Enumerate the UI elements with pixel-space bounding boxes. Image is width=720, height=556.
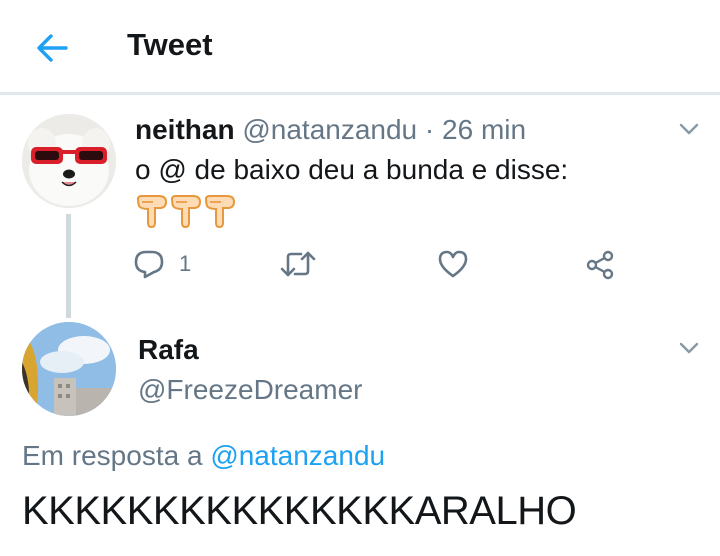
avatar-image	[22, 114, 116, 208]
reply-prefix: Em resposta a	[22, 440, 203, 471]
like-button[interactable]	[437, 249, 469, 279]
tweet-text: KKKKKKKKKKKKKKKARALHO	[22, 489, 577, 533]
timestamp[interactable]: 26 min	[442, 114, 526, 145]
header-divider	[0, 92, 720, 95]
reply-icon	[134, 250, 164, 279]
reply-context: Em resposta a @natanzandu	[22, 440, 385, 472]
arrow-left-icon	[37, 34, 68, 62]
avatar[interactable]	[22, 114, 116, 208]
app-header: Tweet	[0, 0, 720, 93]
thread-connector	[66, 214, 71, 318]
retweet-icon	[280, 251, 316, 277]
pointing-down-emoji-icon	[136, 195, 168, 229]
reply-count: 1	[179, 251, 192, 276]
back-button[interactable]	[30, 26, 74, 70]
heart-icon	[438, 250, 468, 278]
chevron-down-icon[interactable]	[677, 117, 701, 141]
retweet-button[interactable]	[280, 249, 316, 279]
avatar[interactable]	[22, 322, 116, 416]
separator: ·	[424, 114, 435, 145]
tweet-header: neithan @natanzandu · 26 min	[135, 114, 526, 146]
page-title: Tweet	[127, 27, 213, 62]
pointing-down-emoji-icon	[204, 195, 236, 229]
avatar-image	[22, 322, 116, 416]
author-handle[interactable]: @FreezeDreamer	[138, 374, 362, 406]
share-button[interactable]	[584, 249, 616, 281]
emoji-row	[135, 193, 237, 229]
share-icon	[586, 250, 614, 280]
author-name[interactable]: Rafa	[138, 334, 199, 366]
pointing-down-emoji-icon	[170, 195, 202, 229]
tweet-text: o @ de baixo deu a bunda e disse:	[135, 154, 569, 185]
reply-mention-link[interactable]: @natanzandu	[210, 440, 385, 471]
reply-button[interactable]: 1	[133, 249, 191, 279]
chevron-down-icon[interactable]	[677, 336, 701, 360]
author-name[interactable]: neithan	[135, 114, 235, 145]
author-handle[interactable]: @natanzandu	[242, 114, 417, 145]
